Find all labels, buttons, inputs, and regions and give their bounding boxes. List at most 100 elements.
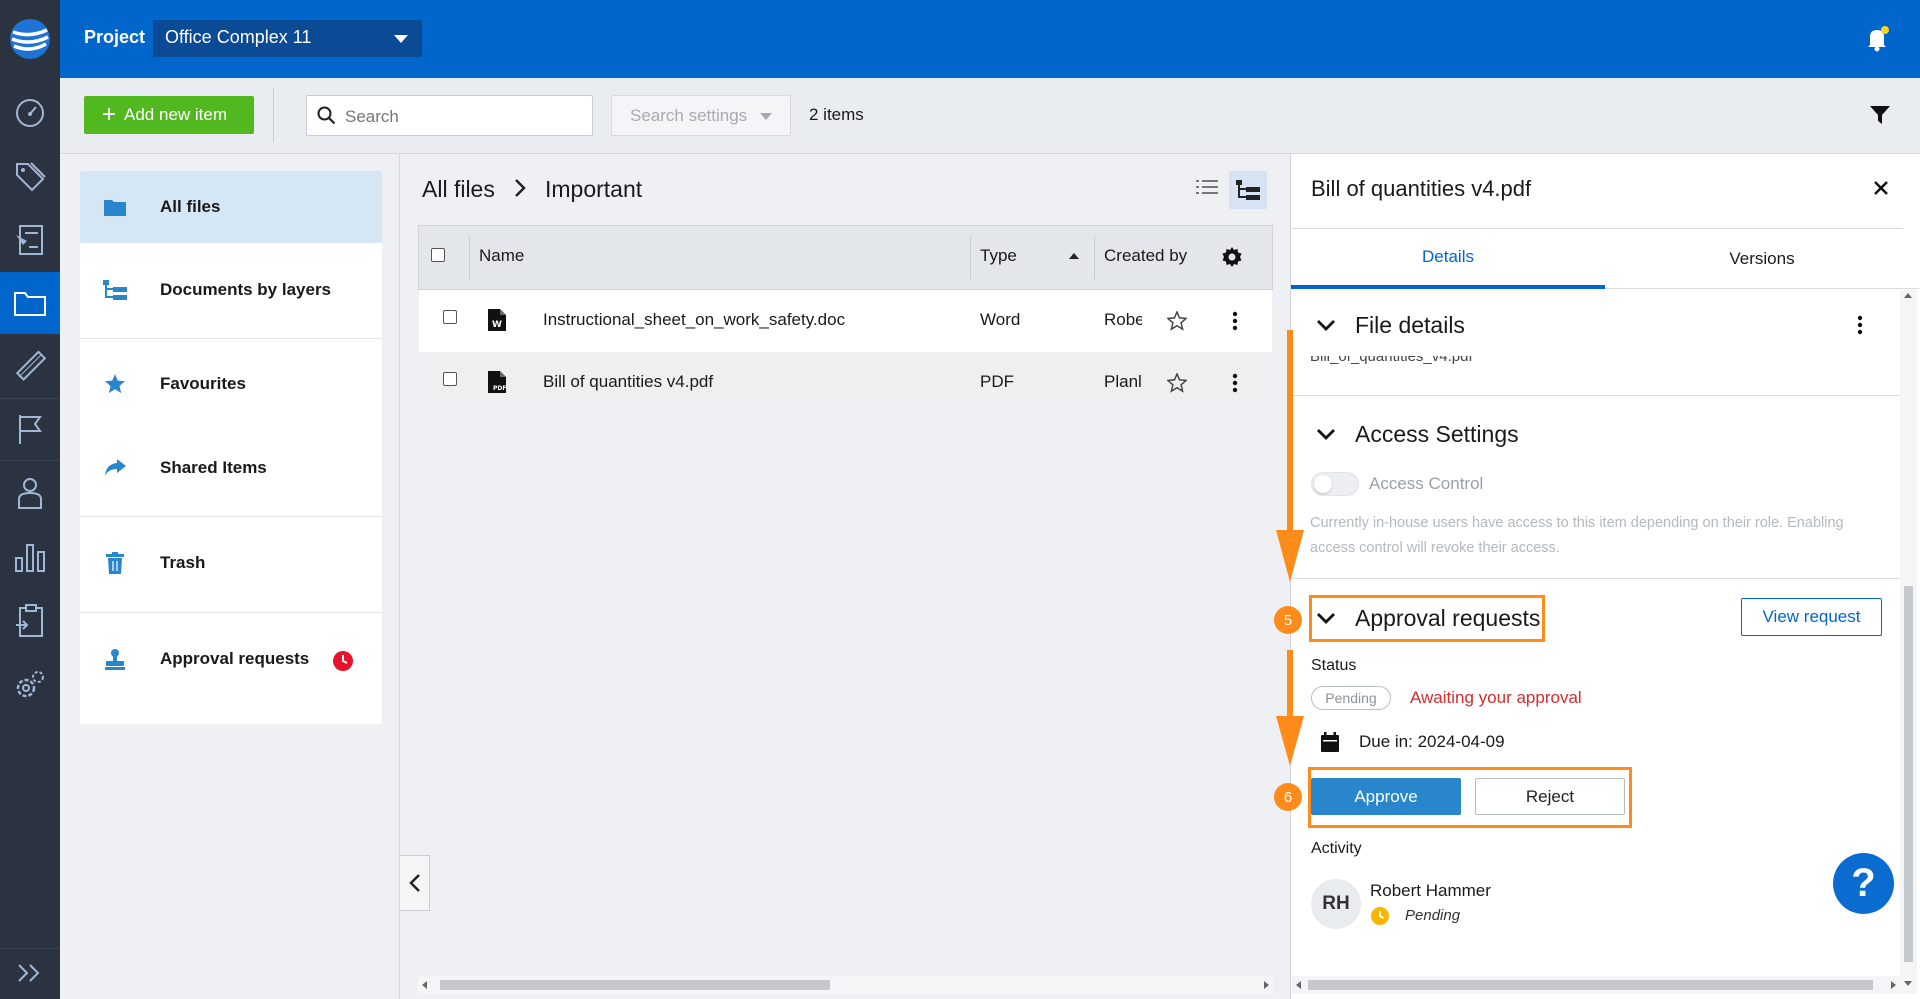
chevron-left-icon [408,874,420,892]
scroll-left-arrow-icon[interactable] [1296,981,1301,989]
column-header-type[interactable]: Type [980,246,1017,266]
favourite-star-icon[interactable] [1167,373,1187,393]
chevron-down-icon[interactable] [1316,319,1336,332]
project-label: Project [84,27,146,47]
scroll-left-arrow-icon[interactable] [422,981,427,989]
section-more-options-icon[interactable] [1857,315,1863,335]
reject-button[interactable]: Reject [1475,778,1625,815]
scrollbar-thumb[interactable] [1904,586,1913,962]
search-settings-label: Search settings [630,106,748,125]
drawings-icon[interactable] [0,208,60,270]
section-heading-approval-requests[interactable]: Approval requests [1355,605,1540,632]
nav-item-favourites[interactable]: Favourites [80,348,382,420]
annotation-arrow-icon [1276,330,1304,585]
expand-rail-icon[interactable] [0,948,60,998]
collapse-panel-button[interactable] [400,855,430,911]
scrollbar-thumb[interactable] [1308,980,1873,990]
notifications-bell-icon[interactable] [1866,26,1890,52]
scroll-up-arrow-icon[interactable] [1904,293,1912,298]
scroll-right-arrow-icon[interactable] [1264,981,1269,989]
search-settings-select[interactable]: Search settings [611,95,791,136]
status-badge: Pending [1311,686,1391,710]
nav-item-label: All files [160,197,221,216]
nav-item-shared-items[interactable]: Shared Items [80,432,382,504]
access-control-toggle[interactable] [1311,472,1359,496]
section-heading-file-details[interactable]: File details [1355,312,1465,339]
nav-item-trash[interactable]: Trash [80,527,382,599]
file-name[interactable]: Bill of quantities v4.pdf [543,372,713,392]
flag-icon[interactable] [0,398,60,460]
file-name[interactable]: Instructional_sheet_on_work_safety.doc [543,310,845,330]
nav-divider [80,612,382,613]
word-document-icon: W [488,309,506,331]
list-view-icon[interactable] [1196,177,1218,197]
search-input[interactable]: Search [306,95,593,136]
add-new-item-button[interactable]: + Add new item [84,96,254,134]
documents-icon[interactable] [0,272,60,334]
avatar: RH [1311,879,1361,929]
svg-text:PDF: PDF [493,385,506,392]
file-created-by: Robe [1104,310,1142,329]
pending-clock-badge-icon [333,651,353,671]
filter-icon[interactable] [1869,105,1891,125]
user-icon[interactable] [0,462,60,524]
search-icon [317,106,336,125]
section-heading-access-settings[interactable]: Access Settings [1355,421,1519,448]
horizontal-scrollbar[interactable] [1292,976,1900,994]
settings-icon[interactable] [0,654,60,716]
close-icon[interactable] [1873,180,1889,196]
nav-item-documents-by-layers[interactable]: Documents by layers [80,254,382,326]
status-label: Status [1311,657,1357,674]
tree-view-icon[interactable] [1229,171,1267,209]
column-header-created-by[interactable]: Created by [1104,246,1187,266]
nav-item-label: Trash [160,553,206,572]
column-divider [1094,236,1095,279]
row-checkbox[interactable] [443,372,457,386]
app-logo-icon[interactable] [0,0,60,78]
column-settings-gear-icon[interactable] [1222,247,1242,267]
column-divider [469,236,470,279]
scroll-down-arrow-icon[interactable] [1904,981,1912,986]
chevron-down-icon[interactable] [1316,612,1336,625]
column-header-name[interactable]: Name [479,246,524,266]
due-date: Due in: 2024-04-09 [1359,732,1505,751]
panel-title: Bill of quantities v4.pdf [1311,176,1532,201]
ruler-icon[interactable] [0,335,60,397]
column-divider [970,236,971,279]
breadcrumb-current-folder: Important [545,176,643,202]
scroll-right-arrow-icon[interactable] [1891,981,1896,989]
rail-divider [0,460,60,461]
row-more-options-icon[interactable] [1232,373,1238,393]
access-control-label: Access Control [1369,474,1484,493]
access-control-description: Currently in-house users have access to … [1310,515,1844,556]
chevron-down-icon[interactable] [1316,428,1336,441]
help-button[interactable]: ? [1833,853,1894,914]
tab-versions[interactable]: Versions [1605,229,1919,289]
annotation-arrow-icon [1276,650,1304,768]
item-count: 2 items [809,105,864,124]
analytics-icon[interactable] [0,526,60,588]
plus-icon: + [102,101,117,128]
vertical-scrollbar[interactable] [1900,290,1917,976]
approve-button[interactable]: Approve [1311,778,1461,815]
sort-ascending-icon [1069,253,1079,259]
star-icon [80,373,160,395]
clipboard-icon[interactable] [0,590,60,652]
tab-details[interactable]: Details [1291,229,1605,289]
project-select[interactable]: Office Complex 11 [153,20,422,57]
view-request-button[interactable]: View request [1741,598,1882,636]
activity-label: Activity [1311,840,1362,857]
favourite-star-icon[interactable] [1167,311,1187,331]
select-all-checkbox[interactable] [431,248,445,262]
horizontal-scrollbar[interactable] [418,976,1273,994]
file-name-text: Bill_of_quantities_v4.pdf [1310,356,1473,365]
row-checkbox[interactable] [443,310,457,324]
tags-icon[interactable] [0,146,60,208]
dashboard-icon[interactable] [0,82,60,144]
nav-item-all-files[interactable]: All files [80,171,382,243]
row-more-options-icon[interactable] [1232,311,1238,331]
scrollbar-thumb[interactable] [440,980,830,990]
breadcrumb-all-files[interactable]: All files [422,176,495,203]
nav-divider [80,338,382,339]
toolbar-divider [273,88,274,142]
